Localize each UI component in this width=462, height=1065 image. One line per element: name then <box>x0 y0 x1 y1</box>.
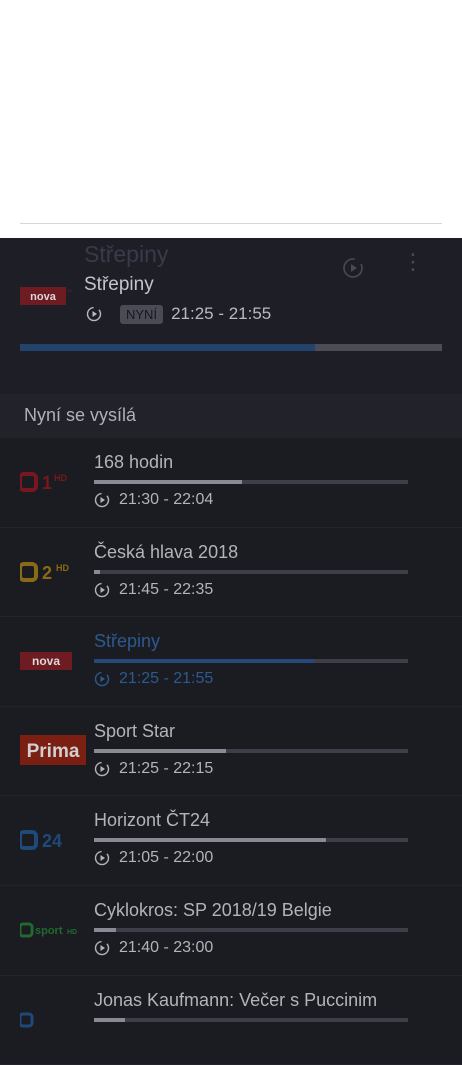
list-item[interactable]: sport HD Cyklokros: SP 2018/19 Belgie 21… <box>0 886 462 976</box>
program-title: Česká hlava 2018 <box>94 541 239 562</box>
svg-text:HD: HD <box>67 929 77 936</box>
ct1-hd-logo: 1 HD <box>20 472 67 493</box>
ct2-hd-logo: 2 HD <box>20 561 69 583</box>
svg-text:Prima: Prima <box>27 741 80 762</box>
svg-text:sport: sport <box>35 925 63 937</box>
replay-play-icon[interactable] <box>341 256 365 280</box>
replay-icon <box>94 671 110 687</box>
section-title: Nyní se vysílá <box>24 405 137 425</box>
svg-text:HD: HD <box>56 563 69 573</box>
replay-icon <box>94 940 110 956</box>
svg-text:HD: HD <box>66 288 72 293</box>
now-playing-meta: NYNÍ 21:25 - 21:55 <box>86 304 271 324</box>
program-title: Horizont ČT24 <box>94 810 211 831</box>
program-progress <box>94 1017 408 1022</box>
program-time: 21:30 - 22:04 <box>119 491 214 508</box>
ct-sport-hd-logo: sport HD <box>20 922 77 938</box>
program-progress <box>94 838 408 843</box>
svg-text:HD: HD <box>54 473 67 483</box>
more-options-icon[interactable]: ⋮ <box>402 251 424 282</box>
list-item[interactable]: 2 HD Česká hlava 2018 21:45 - 22:35 <box>0 528 462 618</box>
now-playing-card[interactable]: Střepiny nova HD Střepiny NYNÍ 21:25 - 2… <box>0 238 462 394</box>
section-header: Nyní se vysílá <box>0 394 462 438</box>
program-progress <box>94 927 408 932</box>
program-progress <box>94 748 408 753</box>
program-progress <box>94 659 408 664</box>
list-item[interactable]: 1 HD 168 hodin 21:30 - 22:04 <box>0 438 462 528</box>
now-badge: NYNÍ <box>120 304 164 324</box>
nova-logo: nova <box>20 652 72 671</box>
replay-icon <box>86 306 102 322</box>
svg-text:24: 24 <box>42 831 62 851</box>
program-time: 21:05 - 22:00 <box>119 849 214 867</box>
list-item[interactable]: 24 Horizont ČT24 21:05 - 22:00 <box>0 796 462 886</box>
list-item[interactable]: Jonas Kaufmann: Večer s Puccinim <box>0 976 462 1065</box>
program-title: Cyklokros: SP 2018/19 Belgie <box>94 899 332 920</box>
ct-art-logo <box>20 1012 34 1028</box>
ct24-logo: 24 <box>20 830 62 851</box>
divider <box>20 223 442 224</box>
now-playing-subtitle: Střepiny <box>84 274 154 295</box>
replay-icon <box>94 492 110 508</box>
program-title: Sport Star <box>94 720 176 741</box>
prima-logo: Prima <box>20 734 86 765</box>
program-title: 168 hodin <box>94 452 174 472</box>
program-title: Jonas Kaufmann: Večer s Puccinim <box>94 989 378 1010</box>
svg-text:2: 2 <box>42 563 52 583</box>
program-title: Střepiny <box>94 631 161 652</box>
program-time: 21:25 - 21:55 <box>119 670 214 688</box>
nova-logo: nova HD <box>20 287 72 305</box>
program-time: 21:40 - 23:00 <box>119 938 214 956</box>
replay-icon <box>94 582 110 597</box>
now-playing-progress <box>20 344 442 351</box>
list-item[interactable]: Prima Sport Star 21:25 - 22:15 <box>0 707 462 797</box>
svg-text:nova: nova <box>32 654 60 668</box>
replay-icon <box>94 851 110 866</box>
top-sheet <box>0 0 462 260</box>
program-progress <box>94 569 408 574</box>
program-time: 21:45 - 22:35 <box>119 580 214 598</box>
channel-list: 1 HD 168 hodin 21:30 - 22:04 2 HD Česká … <box>0 438 462 1065</box>
svg-text:1: 1 <box>42 473 52 493</box>
list-item[interactable]: nova Střepiny 21:25 - 21:55 <box>0 617 462 707</box>
program-progress <box>94 480 408 484</box>
replay-icon <box>94 761 110 776</box>
svg-text:nova: nova <box>30 291 57 303</box>
now-playing-title: Střepiny <box>84 241 169 267</box>
program-time: 21:25 - 22:15 <box>119 759 214 777</box>
now-playing-time: 21:25 - 21:55 <box>171 304 272 323</box>
